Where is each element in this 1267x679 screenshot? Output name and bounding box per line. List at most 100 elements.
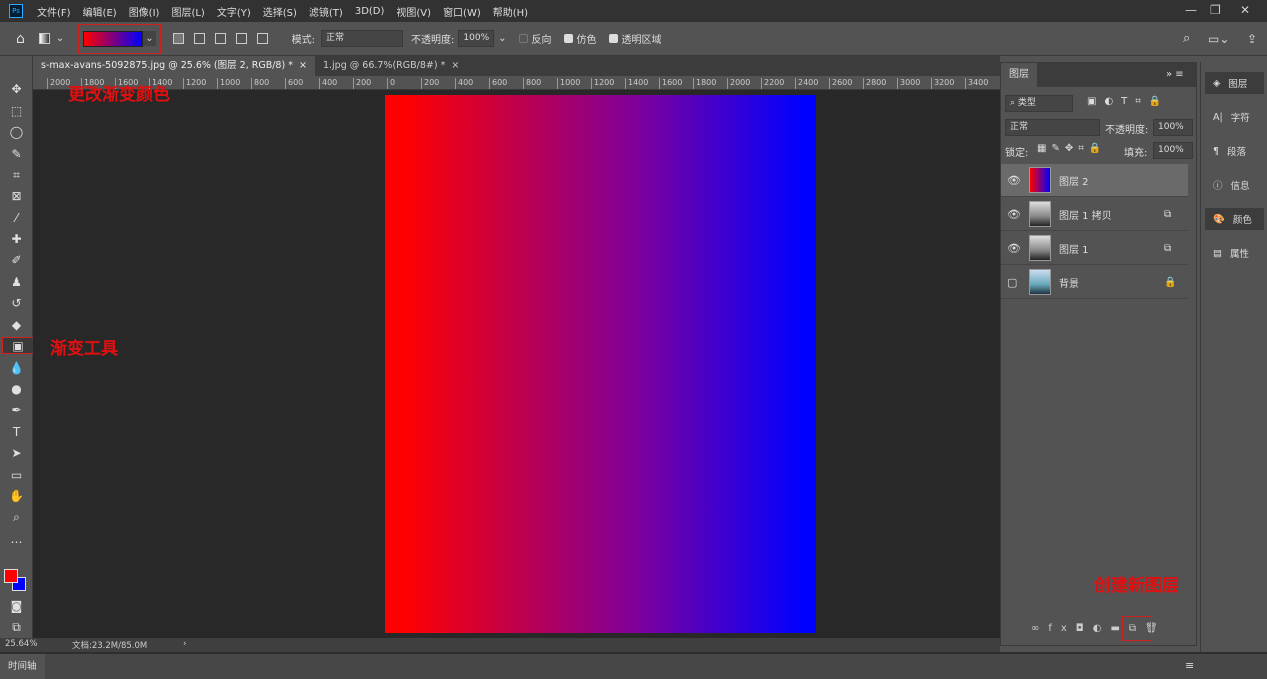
lock-icons[interactable]: ▦✎✥⌗🔒 bbox=[1037, 143, 1106, 154]
layer-row[interactable]: 👁 图层 2 bbox=[1001, 164, 1188, 197]
foreground-color-swatch[interactable] bbox=[4, 569, 18, 583]
mode-select[interactable]: 正常 bbox=[321, 30, 404, 47]
layer-filter-select[interactable]: ⌕ 类型 bbox=[1005, 95, 1073, 112]
tab-layers[interactable]: 图层 bbox=[1001, 63, 1037, 87]
eye-icon[interactable]: 👁 bbox=[1007, 174, 1021, 187]
history-brush-icon[interactable]: ↺ bbox=[8, 295, 25, 312]
menu-view[interactable]: 视图(V) bbox=[396, 4, 431, 19]
dodge-tool-icon[interactable]: ● bbox=[8, 381, 25, 398]
radial-gradient-icon[interactable] bbox=[193, 33, 205, 44]
ruler-tick: 3200 bbox=[931, 78, 954, 89]
path-select-tool-icon[interactable]: ➤ bbox=[8, 445, 25, 462]
fill-label: 填充: bbox=[1124, 148, 1148, 159]
adjustment-icon[interactable]: ◐ bbox=[1093, 623, 1111, 634]
menu-layer[interactable]: 图层(L) bbox=[171, 4, 204, 19]
layer-opacity-input[interactable]: 100% bbox=[1153, 119, 1193, 136]
move-tool-icon[interactable]: ✥ bbox=[8, 81, 25, 98]
crop-tool-icon[interactable]: ⌗ bbox=[8, 167, 25, 184]
ruler-tick: 800 bbox=[523, 78, 541, 89]
hand-tool-icon[interactable]: ✋ bbox=[8, 488, 25, 505]
menu-select[interactable]: 选择(S) bbox=[263, 4, 297, 19]
quick-mask-icon[interactable]: ◙ bbox=[8, 598, 25, 615]
quick-select-tool-icon[interactable]: ✎ bbox=[8, 146, 25, 163]
menu-image[interactable]: 图像(I) bbox=[129, 4, 160, 19]
dither-checkbox[interactable] bbox=[563, 34, 573, 43]
stamp-tool-icon[interactable]: ♟ bbox=[8, 274, 25, 291]
menu-help[interactable]: 帮助(H) bbox=[493, 4, 528, 19]
menu-filter[interactable]: 滤镜(T) bbox=[309, 4, 343, 19]
mask-icon[interactable]: ◘ bbox=[1076, 623, 1093, 634]
new-layer-icon[interactable]: ⧉ bbox=[1121, 616, 1153, 641]
menu-edit[interactable]: 编辑(E) bbox=[83, 4, 117, 19]
panel-info[interactable]: ⓘ 信息 bbox=[1205, 174, 1264, 196]
collapse-icon[interactable]: » ≡ bbox=[1166, 69, 1184, 80]
close-window-button[interactable]: ✕ bbox=[1240, 3, 1250, 17]
lasso-tool-icon[interactable]: ◯ bbox=[8, 124, 25, 141]
layer-row[interactable]: 👁 图层 1 拷贝 ⧉ bbox=[1001, 198, 1188, 231]
share-icon[interactable]: ⇪ bbox=[1247, 32, 1257, 46]
more-tools-icon[interactable]: … bbox=[8, 531, 25, 548]
workspace-icon[interactable]: ▭⌄ bbox=[1208, 32, 1229, 46]
gradient-swatch[interactable] bbox=[83, 30, 144, 47]
home-icon[interactable]: ⌂ bbox=[16, 31, 25, 47]
panel-menu-icon[interactable]: ≡ bbox=[1185, 659, 1194, 672]
zoom-tool-icon[interactable]: ⌕ bbox=[8, 509, 25, 526]
blend-mode-select[interactable]: 正常 bbox=[1005, 119, 1100, 136]
tab-document-1[interactable]: s-max-avans-5092875.jpg @ 25.6% (图层 2, R… bbox=[33, 56, 315, 76]
linear-gradient-icon[interactable] bbox=[172, 33, 184, 44]
close-tab-icon[interactable]: × bbox=[299, 60, 307, 71]
panel-layers[interactable]: ◈ 图层 bbox=[1205, 72, 1264, 94]
frame-tool-icon[interactable]: ⊠ bbox=[8, 188, 25, 205]
reverse-checkbox[interactable] bbox=[518, 34, 528, 43]
transparency-checkbox[interactable] bbox=[608, 34, 618, 43]
folder-icon[interactable]: ▬ bbox=[1110, 623, 1128, 634]
restore-button[interactable]: ❐ bbox=[1210, 3, 1221, 17]
status-menu-arrow[interactable]: › bbox=[183, 639, 186, 649]
opacity-input[interactable]: 100% bbox=[458, 30, 495, 47]
marquee-tool-icon[interactable]: ⬚ bbox=[8, 103, 25, 120]
screen-mode-icon[interactable]: ⧉ bbox=[8, 619, 25, 636]
blur-tool-icon[interactable]: 💧 bbox=[8, 360, 25, 377]
zoom-level[interactable]: 25.64% bbox=[5, 639, 37, 649]
filter-icons[interactable]: ▣◐T⌗🔒 bbox=[1087, 96, 1169, 107]
link-icon[interactable]: ∞ bbox=[1031, 623, 1048, 634]
panel-character[interactable]: A| 字符 bbox=[1205, 106, 1264, 128]
eyedropper-tool-icon[interactable]: ⁄ bbox=[8, 210, 25, 227]
menu-3d[interactable]: 3D(D) bbox=[355, 6, 385, 17]
gradient-picker[interactable]: ⌄ bbox=[78, 23, 161, 54]
eye-icon[interactable]: 👁 bbox=[1007, 242, 1021, 255]
shape-tool-icon[interactable]: ▭ bbox=[8, 467, 25, 484]
layer-row[interactable]: ▢ 背景 🔒 bbox=[1001, 266, 1188, 299]
menu-file[interactable]: 文件(F) bbox=[37, 4, 71, 19]
dither-label: 仿色 bbox=[576, 35, 597, 46]
tab-timeline[interactable]: 时间轴 bbox=[0, 654, 45, 679]
eraser-tool-icon[interactable]: ◆ bbox=[8, 317, 25, 334]
close-tab-icon[interactable]: × bbox=[451, 60, 459, 71]
panel-color[interactable]: 🎨 颜色 bbox=[1205, 208, 1264, 230]
healing-tool-icon[interactable]: ✚ bbox=[8, 231, 25, 248]
search-icon[interactable]: ⌕ bbox=[1183, 31, 1190, 46]
diamond-gradient-icon[interactable] bbox=[256, 33, 268, 44]
eye-icon[interactable]: 👁 bbox=[1007, 208, 1021, 221]
ruler-tick: 2200 bbox=[761, 78, 784, 89]
trash-icon[interactable]: 🗑 bbox=[1145, 623, 1167, 634]
brush-tool-icon[interactable]: ✐ bbox=[8, 252, 25, 269]
layer-row[interactable]: 👁 图层 1 ⧉ bbox=[1001, 232, 1188, 265]
document-canvas-gradient[interactable] bbox=[385, 95, 816, 633]
type-tool-icon[interactable]: T bbox=[8, 424, 25, 441]
tool-preset-icon[interactable] bbox=[38, 33, 50, 44]
panel-paragraph[interactable]: ¶ 段落 bbox=[1205, 140, 1264, 162]
fx-icon[interactable]: fx bbox=[1048, 623, 1075, 634]
menu-type[interactable]: 文字(Y) bbox=[217, 4, 251, 19]
tab-document-2[interactable]: 1.jpg @ 66.7%(RGB/8#) * × bbox=[315, 56, 467, 76]
pen-tool-icon[interactable]: ✒ bbox=[8, 402, 25, 419]
panel-properties[interactable]: ▤ 属性 bbox=[1205, 242, 1264, 264]
reflected-gradient-icon[interactable] bbox=[235, 33, 247, 44]
gradient-tool-icon[interactable]: ▣ bbox=[2, 337, 34, 354]
fill-input[interactable]: 100% bbox=[1153, 142, 1193, 159]
minimize-button[interactable]: — bbox=[1185, 3, 1197, 17]
angle-gradient-icon[interactable] bbox=[214, 33, 226, 44]
visibility-off-box[interactable]: ▢ bbox=[1007, 276, 1017, 289]
layer-name: 图层 1 拷贝 bbox=[1059, 210, 1112, 222]
menu-window[interactable]: 窗口(W) bbox=[443, 4, 481, 19]
